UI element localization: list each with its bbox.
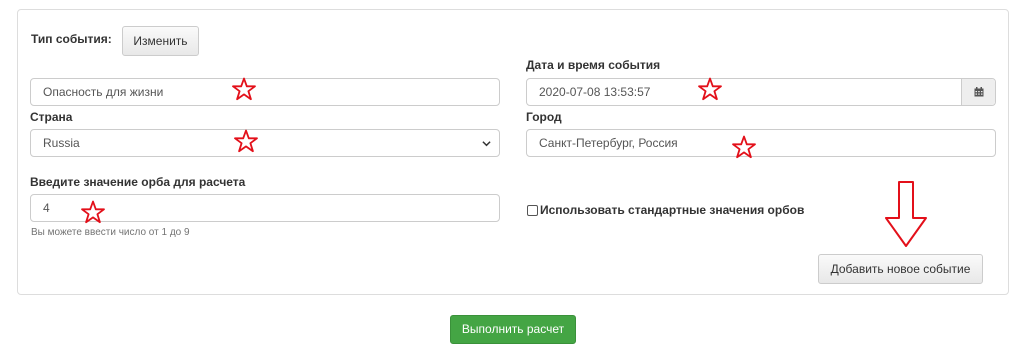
standard-orbs-checkbox[interactable] (527, 205, 538, 216)
star-annotation-icon (732, 135, 756, 159)
arrow-down-annotation-icon (885, 181, 927, 247)
add-new-event-button[interactable]: Добавить новое событие (818, 254, 983, 284)
event-name-field[interactable]: Опасность для жизни (30, 78, 500, 106)
star-annotation-icon (698, 77, 722, 101)
event-type-label: Тип события: (31, 32, 112, 46)
event-name-value: Опасность для жизни (43, 85, 164, 99)
country-select[interactable]: Russia (30, 129, 500, 157)
orb-help-text: Вы можете ввести число от 1 до 9 (31, 227, 190, 238)
run-calculation-button[interactable]: Выполнить расчет (450, 315, 576, 344)
datetime-field[interactable]: 2020-07-08 13:53:57 (526, 78, 996, 106)
city-label: Город (526, 110, 562, 124)
datetime-label: Дата и время события (526, 58, 661, 72)
city-field[interactable]: Санкт-Петербург, Россия (526, 129, 996, 157)
orb-label: Введите значение орба для расчета (30, 175, 246, 189)
calendar-button[interactable] (961, 79, 995, 105)
country-value: Russia (43, 136, 80, 150)
country-label: Страна (30, 110, 73, 124)
star-annotation-icon (232, 77, 256, 101)
calendar-icon (974, 87, 984, 97)
star-annotation-icon (234, 129, 258, 153)
standard-orbs-label[interactable]: Использовать стандартные значения орбов (540, 203, 804, 217)
change-event-type-button[interactable]: Изменить (122, 26, 199, 56)
city-value: Санкт-Петербург, Россия (539, 136, 678, 150)
datetime-value: 2020-07-08 13:53:57 (539, 85, 651, 99)
orb-value: 4 (43, 201, 50, 215)
chevron-down-icon (482, 141, 491, 147)
star-annotation-icon (81, 200, 105, 224)
